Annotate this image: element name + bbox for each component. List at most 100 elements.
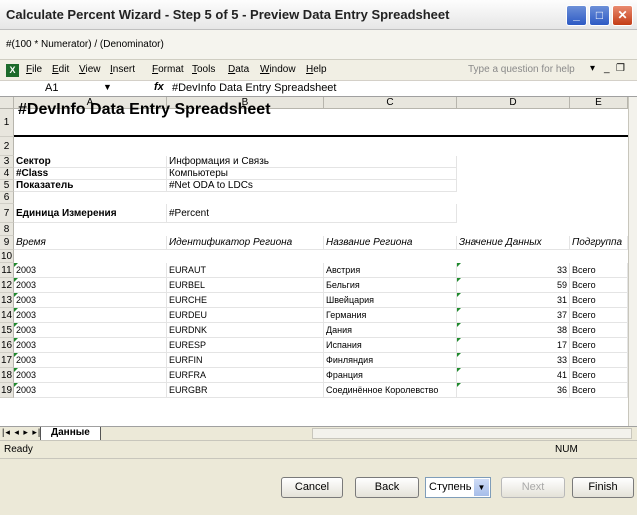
cell-subgroup[interactable]: Всего — [570, 308, 628, 323]
cell-area-name[interactable]: Финляндия — [324, 353, 457, 368]
cell-data-value[interactable]: 17 — [457, 338, 570, 353]
row-header[interactable]: 1 — [0, 109, 14, 137]
menu-format[interactable]: Format — [152, 64, 184, 75]
cell-year[interactable]: 2003 — [14, 323, 167, 338]
cell-area-id[interactable]: EURFRA — [167, 368, 324, 383]
info-value[interactable]: Информация и Связь — [167, 156, 457, 168]
cell-area-name[interactable]: Соединённое Королевство — [324, 383, 457, 398]
column-label-subgroup[interactable]: Подгруппа — [570, 236, 628, 250]
cell-subgroup[interactable]: Всего — [570, 293, 628, 308]
row-header[interactable]: 9 — [0, 236, 14, 250]
menu-data[interactable]: Data — [228, 64, 249, 75]
row-header[interactable]: 13 — [0, 293, 14, 308]
name-box[interactable]: A1 — [45, 82, 58, 94]
info-value[interactable]: #Percent — [167, 204, 457, 223]
cell-area-name[interactable]: Испания — [324, 338, 457, 353]
cancel-button[interactable]: Cancel — [281, 477, 343, 498]
chevron-down-icon[interactable]: ▼ — [474, 479, 489, 496]
cell-subgroup[interactable]: Всего — [570, 263, 628, 278]
cell-area-id[interactable]: EURGBR — [167, 383, 324, 398]
cell-area-id[interactable]: EURESP — [167, 338, 324, 353]
cell-subgroup[interactable]: Всего — [570, 278, 628, 293]
cell-area-name[interactable]: Бельгия — [324, 278, 457, 293]
row-header[interactable]: 8 — [0, 223, 14, 236]
horizontal-scrollbar[interactable] — [312, 428, 632, 439]
info-label[interactable]: Показатель — [14, 180, 167, 192]
row-header[interactable]: 19 — [0, 383, 14, 398]
cell-year[interactable]: 2003 — [14, 353, 167, 368]
cell-year[interactable]: 2003 — [14, 368, 167, 383]
cell-data-value[interactable]: 33 — [457, 353, 570, 368]
help-dropdown-icon[interactable]: ▾ — [590, 63, 595, 74]
cell-area-name[interactable]: Франция — [324, 368, 457, 383]
cell-data-value[interactable]: 59 — [457, 278, 570, 293]
column-label-time[interactable]: Время — [14, 236, 167, 250]
row-header[interactable]: 3 — [0, 156, 14, 168]
row-header[interactable]: 16 — [0, 338, 14, 353]
column-header-c[interactable]: C — [324, 97, 457, 109]
cell-subgroup[interactable]: Всего — [570, 368, 628, 383]
cell-area-name[interactable]: Германия — [324, 308, 457, 323]
cell-area-id[interactable]: EURDEU — [167, 308, 324, 323]
info-label[interactable]: Сектор — [14, 156, 167, 168]
row-header[interactable]: 15 — [0, 323, 14, 338]
fx-icon[interactable]: fx — [154, 81, 164, 93]
cell-subgroup[interactable]: Всего — [570, 338, 628, 353]
column-label-data-value[interactable]: Значение Данных — [457, 236, 570, 250]
close-button[interactable]: ✕ — [612, 5, 633, 26]
spreadsheet-grid[interactable]: A B C D E 1 #DevInfo Data Entry Spreadsh… — [0, 97, 628, 426]
column-label-area-name[interactable]: Название Региона — [324, 236, 457, 250]
cell-year[interactable]: 2003 — [14, 383, 167, 398]
row-header[interactable]: 2 — [0, 137, 14, 156]
cell-data-value[interactable]: 33 — [457, 263, 570, 278]
cell-area-id[interactable]: EURFIN — [167, 353, 324, 368]
cell-year[interactable]: 2003 — [14, 293, 167, 308]
cell-area-name[interactable]: Швейцария — [324, 293, 457, 308]
cell-year[interactable]: 2003 — [14, 278, 167, 293]
row-header[interactable]: 11 — [0, 263, 14, 278]
column-header-e[interactable]: E — [570, 97, 628, 109]
step-select[interactable]: Ступень 5 ▼ — [425, 477, 491, 498]
row-header[interactable]: 5 — [0, 180, 14, 192]
next-button[interactable]: Next — [501, 477, 565, 498]
minimize-doc-icon[interactable]: _ — [604, 63, 610, 74]
cell-data-value[interactable]: 36 — [457, 383, 570, 398]
finish-button[interactable]: Finish — [572, 477, 634, 498]
column-header-d[interactable]: D — [457, 97, 570, 109]
cell-area-id[interactable]: EURCHE — [167, 293, 324, 308]
row-header[interactable]: 7 — [0, 204, 14, 223]
row-header[interactable]: 4 — [0, 168, 14, 180]
menu-window[interactable]: Window — [260, 64, 296, 75]
cell-area-name[interactable]: Дания — [324, 323, 457, 338]
menu-help[interactable]: Help — [306, 64, 327, 75]
row-header[interactable]: 17 — [0, 353, 14, 368]
menu-insert[interactable]: Insert — [110, 64, 135, 75]
cell-year[interactable]: 2003 — [14, 263, 167, 278]
info-label[interactable]: #Class — [14, 168, 167, 180]
help-search-input[interactable]: Type a question for help — [464, 62, 582, 78]
cell-data-value[interactable]: 37 — [457, 308, 570, 323]
cell-data-value[interactable]: 41 — [457, 368, 570, 383]
cell-subgroup[interactable]: Всего — [570, 383, 628, 398]
cell-subgroup[interactable]: Всего — [570, 353, 628, 368]
cell-year[interactable]: 2003 — [14, 308, 167, 323]
row-header[interactable]: 14 — [0, 308, 14, 323]
excel-icon[interactable]: X — [6, 64, 19, 77]
info-label[interactable]: Единица Измерения — [14, 204, 167, 223]
select-all-corner[interactable] — [0, 97, 14, 109]
row-header[interactable]: 10 — [0, 250, 14, 263]
name-box-dropdown-icon[interactable]: ▼ — [103, 82, 112, 92]
row-header[interactable]: 12 — [0, 278, 14, 293]
cell-area-name[interactable]: Австрия — [324, 263, 457, 278]
menu-file[interactable]: File — [26, 64, 42, 75]
vertical-scrollbar[interactable] — [628, 97, 637, 426]
sheet-tab-data[interactable]: Данные — [40, 427, 101, 441]
minimize-button[interactable]: _ — [566, 5, 587, 26]
menu-edit[interactable]: Edit — [52, 64, 69, 75]
cell-area-id[interactable]: EURDNK — [167, 323, 324, 338]
row-header[interactable]: 6 — [0, 192, 14, 204]
row-header[interactable]: 18 — [0, 368, 14, 383]
cell-data-value[interactable]: 31 — [457, 293, 570, 308]
menu-view[interactable]: View — [79, 64, 101, 75]
restore-doc-icon[interactable]: ❐ — [616, 63, 625, 74]
